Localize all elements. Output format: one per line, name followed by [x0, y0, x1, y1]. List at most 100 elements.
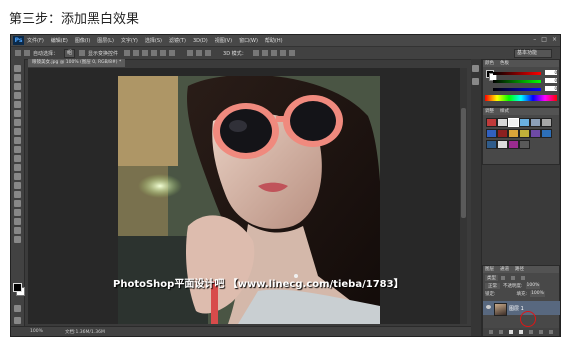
- menu-file[interactable]: 文件(F): [27, 37, 44, 44]
- blue-value[interactable]: 0: [545, 86, 557, 91]
- align-bottom-icon[interactable]: [142, 50, 149, 56]
- red-slider[interactable]: [493, 72, 541, 75]
- move-tool-icon[interactable]: [14, 65, 21, 72]
- distribute-icon[interactable]: [196, 50, 203, 56]
- align-right-icon[interactable]: [169, 50, 176, 56]
- new-layer-icon[interactable]: [539, 330, 543, 334]
- marquee-tool-icon[interactable]: [14, 74, 21, 81]
- align-left-icon[interactable]: [151, 50, 158, 56]
- menu-edit[interactable]: 编辑(E): [51, 37, 68, 44]
- menu-help[interactable]: 帮助(H): [265, 37, 283, 44]
- threshold-icon[interactable]: [497, 140, 508, 149]
- green-value[interactable]: 0: [545, 78, 557, 83]
- collapsed-panel-strip[interactable]: [471, 59, 482, 336]
- auto-select-dropdown[interactable]: 组: [64, 48, 76, 58]
- exposure-icon[interactable]: [519, 118, 530, 127]
- link-layers-icon[interactable]: [489, 330, 493, 334]
- hand-tool-icon[interactable]: [14, 227, 21, 234]
- color-balance-icon[interactable]: [486, 129, 497, 138]
- hue-saturation-icon[interactable]: [541, 118, 552, 127]
- photo-filter-icon[interactable]: [508, 129, 519, 138]
- stamp-tool-icon[interactable]: [14, 137, 21, 144]
- foreground-color-swatch[interactable]: [13, 283, 22, 292]
- screen-mode-icon[interactable]: [14, 317, 21, 324]
- zoom-level[interactable]: 100%: [30, 329, 43, 334]
- curves-icon[interactable]: [508, 118, 519, 127]
- type-tool-icon[interactable]: [14, 200, 21, 207]
- quick-select-tool-icon[interactable]: [14, 92, 21, 99]
- crop-tool-icon[interactable]: [14, 101, 21, 108]
- tab-styles[interactable]: 样式: [500, 108, 509, 115]
- filter-pixel-icon[interactable]: [501, 276, 505, 280]
- menu-image[interactable]: 图像(I): [75, 37, 90, 44]
- zoom-tool-icon[interactable]: [14, 236, 21, 243]
- 3d-pan-icon[interactable]: [270, 50, 277, 56]
- opacity-field[interactable]: 100%: [525, 283, 541, 289]
- dodge-tool-icon[interactable]: [14, 182, 21, 189]
- 3d-roll-icon[interactable]: [261, 50, 268, 56]
- distribute-icon[interactable]: [205, 50, 212, 56]
- menu-layer[interactable]: 图层(L): [97, 37, 114, 44]
- blend-mode-dropdown[interactable]: 正常: [485, 283, 500, 289]
- checkbox-icon[interactable]: [79, 50, 86, 56]
- eyedropper-tool-icon[interactable]: [14, 110, 21, 117]
- black-white-icon[interactable]: [497, 129, 508, 138]
- tab-channels[interactable]: 通道: [500, 266, 509, 273]
- align-center-icon[interactable]: [160, 50, 167, 56]
- blur-tool-icon[interactable]: [14, 173, 21, 180]
- workspace-dropdown[interactable]: 基本功能: [514, 49, 552, 58]
- minimize-button[interactable]: –: [533, 36, 536, 43]
- gradient-map-icon[interactable]: [508, 140, 519, 149]
- menu-type[interactable]: 文字(Y): [121, 37, 138, 44]
- eraser-tool-icon[interactable]: [14, 155, 21, 162]
- maximize-button[interactable]: □: [541, 36, 547, 43]
- lasso-tool-icon[interactable]: [14, 83, 21, 90]
- filter-adjustment-icon[interactable]: [511, 276, 515, 280]
- add-mask-icon[interactable]: [509, 330, 513, 334]
- vertical-scrollbar[interactable]: [460, 68, 467, 324]
- 3d-slide-icon[interactable]: [279, 50, 286, 56]
- history-brush-tool-icon[interactable]: [14, 146, 21, 153]
- fill-field[interactable]: 100%: [530, 291, 545, 297]
- scrollbar-thumb[interactable]: [461, 108, 466, 218]
- tab-adjustments[interactable]: 调整: [485, 108, 494, 115]
- tab-layers[interactable]: 图层: [485, 266, 494, 273]
- quick-mask-icon[interactable]: [14, 305, 21, 312]
- history-icon[interactable]: [472, 65, 479, 72]
- levels-icon[interactable]: [497, 118, 508, 127]
- visibility-eye-icon[interactable]: [486, 305, 491, 309]
- menu-3d[interactable]: 3D(D): [193, 38, 208, 44]
- adjustment-layer-icon[interactable]: [519, 330, 523, 334]
- tab-swatches[interactable]: 色板: [500, 60, 509, 67]
- red-value[interactable]: 0: [545, 70, 557, 75]
- tab-color[interactable]: 颜色: [485, 60, 494, 67]
- vibrance-icon[interactable]: [530, 118, 541, 127]
- menu-select[interactable]: 选择(S): [145, 37, 162, 44]
- menu-window[interactable]: 窗口(W): [239, 37, 258, 44]
- selective-color-icon[interactable]: [519, 140, 530, 149]
- channel-mixer-icon[interactable]: [519, 129, 530, 138]
- invert-icon[interactable]: [541, 129, 552, 138]
- layer-name[interactable]: 图层 1: [509, 305, 524, 312]
- healing-tool-icon[interactable]: [14, 119, 21, 126]
- 3d-scale-icon[interactable]: [288, 50, 295, 56]
- layer-style-icon[interactable]: [499, 330, 503, 334]
- blue-slider[interactable]: [493, 88, 541, 91]
- menu-view[interactable]: 视图(V): [215, 37, 232, 44]
- path-select-tool-icon[interactable]: [14, 209, 21, 216]
- layer-kind-filter[interactable]: 类型: [485, 275, 498, 281]
- brush-tool-icon[interactable]: [14, 128, 21, 135]
- properties-icon[interactable]: [472, 78, 479, 85]
- tab-paths[interactable]: 路径: [515, 266, 524, 273]
- posterize-icon[interactable]: [486, 140, 497, 149]
- delete-layer-icon[interactable]: [549, 330, 553, 334]
- menu-filter[interactable]: 滤镜(T): [169, 37, 186, 44]
- align-top-icon[interactable]: [124, 50, 131, 56]
- 3d-rotate-icon[interactable]: [252, 50, 259, 56]
- filter-type-icon[interactable]: [521, 276, 525, 280]
- align-middle-icon[interactable]: [133, 50, 140, 56]
- gradient-tool-icon[interactable]: [14, 164, 21, 171]
- checkbox-icon[interactable]: [24, 50, 30, 56]
- color-spectrum[interactable]: [485, 95, 557, 101]
- document-tab[interactable]: 眼镜美女.jpg @ 100% (图层 0, RGB/8#) *: [28, 59, 126, 67]
